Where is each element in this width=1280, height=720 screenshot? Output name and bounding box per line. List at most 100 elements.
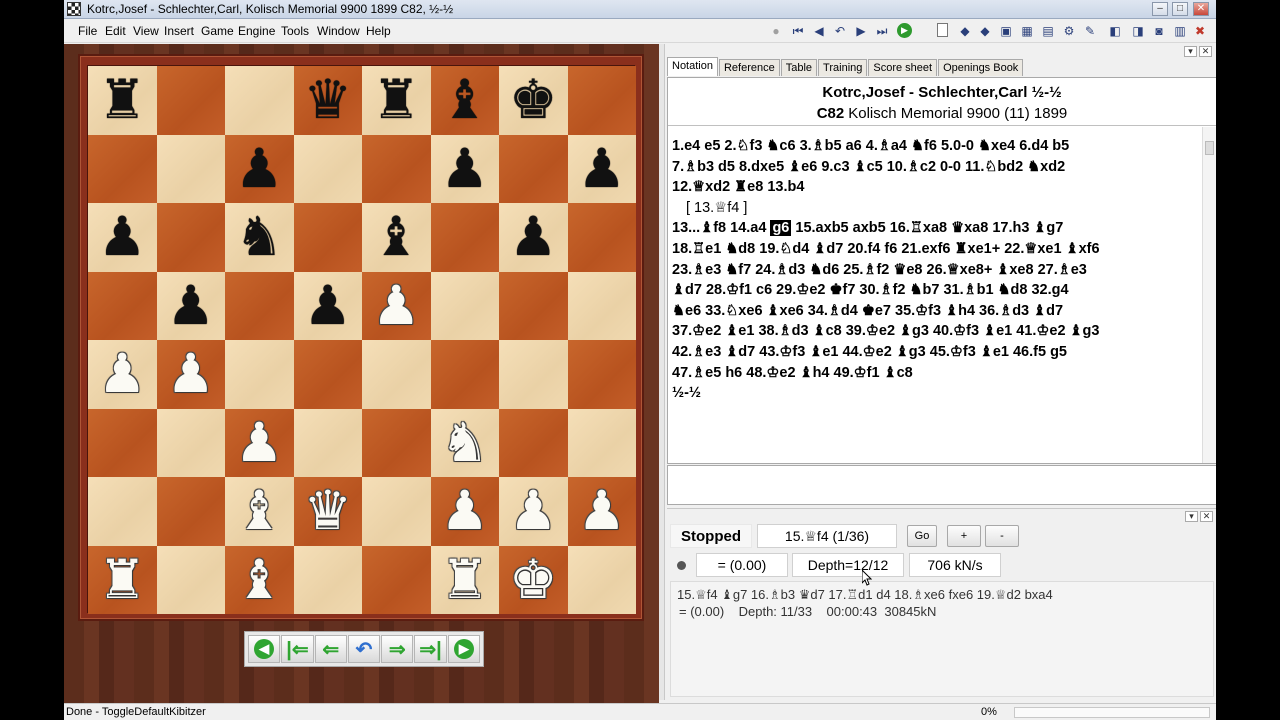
first-move-button[interactable]: |⇐ [281,635,314,663]
move-line[interactable]: 18.♖e1 ♞d8 19.♘d4 ♝d7 20.f4 f6 21.exf6 ♜… [672,239,1199,260]
square-d7[interactable] [293,134,362,203]
square-g5[interactable] [499,271,568,340]
menu-tools[interactable]: Tools [281,24,309,38]
prev-move-button[interactable]: ⇐ [314,635,347,663]
move-line[interactable]: 1.e4 e5 2.♘f3 ♞c6 3.♗b5 a6 4.♗a4 ♞f6 5.0… [672,136,1199,157]
square-h7[interactable]: ♟ [567,134,636,203]
square-c3[interactable]: ♟ [225,408,294,477]
white-knight-icon[interactable]: ♞ [441,415,489,470]
black-pawn-icon[interactable]: ♟ [167,278,215,333]
square-f4[interactable] [430,340,499,409]
tab-table[interactable]: Table [780,59,818,76]
circle-icon[interactable]: ● [768,23,784,39]
square-a2[interactable] [88,477,157,546]
white-pawn-icon[interactable]: ♟ [509,484,557,538]
square-g1[interactable]: ♚ [499,545,568,614]
black-pawn-icon[interactable]: ♟ [304,278,352,333]
variation-line[interactable]: [ 13.♕f4 ] [672,198,1199,219]
settings-icon[interactable]: ⚙ [1061,23,1077,39]
add-line-button[interactable]: + [947,525,981,547]
minimize-button[interactable]: – [1152,2,1168,16]
menu-window[interactable]: Window [317,24,360,38]
square-a1[interactable]: ♜ [88,545,157,614]
square-g2[interactable]: ♟ [499,477,568,546]
menu-help[interactable]: Help [366,24,391,38]
current-move[interactable]: g6 [770,220,792,237]
white-pawn-icon[interactable]: ♟ [578,484,626,538]
engine-toggle-icon[interactable] [670,553,692,577]
square-c6[interactable]: ♞ [225,203,294,272]
close-button[interactable]: ✕ [1193,2,1209,16]
square-f5[interactable] [430,271,499,340]
square-c8[interactable] [225,66,294,135]
notation-scrollbar[interactable] [1202,127,1216,463]
save-icon[interactable]: ▣ [998,23,1014,39]
chess-board[interactable]: ♜ ♛ ♜ ♝ ♚ ♟ ♟ ♟ ♟ ♞ ♝ ♟ ♟ ♟ ♟ ♟ ♟ ♟ ♞ ♝ ♛ ♟ ♟ ♟ ♜ ♝ ♜ ♚ [87,65,636,614]
square-b4[interactable]: ♟ [156,340,225,409]
scroll-thumb[interactable] [1205,141,1214,155]
menu-view[interactable]: View [133,24,159,38]
pane-close-icon[interactable]: ✕ [1199,46,1212,57]
black-queen-icon[interactable]: ♛ [304,73,352,127]
eraser-icon[interactable]: ◧ [1107,23,1123,39]
square-b3[interactable] [156,408,225,477]
move-line[interactable]: 12.♕xd2 ♜e8 13.b4 [672,177,1199,198]
menu-engine[interactable]: Engine [238,24,275,38]
square-a4[interactable]: ♟ [88,340,157,409]
square-h3[interactable] [567,408,636,477]
square-b5[interactable]: ♟ [156,271,225,340]
square-f3[interactable]: ♞ [430,408,499,477]
square-b2[interactable] [156,477,225,546]
square-e5[interactable]: ♟ [362,271,431,340]
square-f7[interactable]: ♟ [430,134,499,203]
black-pawn-icon[interactable]: ♟ [578,141,626,196]
square-g4[interactable] [499,340,568,409]
square-h6[interactable] [567,203,636,272]
pane-close-icon[interactable]: ✕ [1200,511,1213,522]
square-d3[interactable] [293,408,362,477]
square-c5[interactable] [225,271,294,340]
square-f1[interactable]: ♜ [430,545,499,614]
close-document-icon[interactable]: ✖ [1192,23,1208,39]
square-a8[interactable]: ♜ [88,66,157,135]
square-h2[interactable]: ♟ [567,477,636,546]
tab-training[interactable]: Training [818,59,868,76]
tab-notation[interactable]: Notation [667,57,718,76]
menu-game[interactable]: Game [201,24,234,38]
square-a7[interactable] [88,134,157,203]
black-bishop-icon[interactable]: ♝ [372,210,420,264]
white-pawn-icon[interactable]: ♟ [98,347,146,401]
black-king-icon[interactable]: ♚ [509,73,557,127]
menu-insert[interactable]: Insert [164,24,194,38]
square-e4[interactable] [362,340,431,409]
last-move-button[interactable]: ⇒| [414,635,447,663]
square-g3[interactable] [499,408,568,477]
last-move-icon[interactable]: ⏭ [874,23,890,39]
database-icon[interactable]: ▤ [1040,23,1056,39]
move-line[interactable]: 23.♗e3 ♞f7 24.♗d3 ♞d6 25.♗f2 ♛e8 26.♕xe8… [672,260,1199,281]
maximize-button[interactable]: □ [1172,2,1188,16]
square-f8[interactable]: ♝ [430,66,499,135]
square-h4[interactable] [567,340,636,409]
square-a5[interactable] [88,271,157,340]
remove-line-button[interactable]: - [985,525,1019,547]
square-d2[interactable]: ♛ [293,477,362,546]
move-line[interactable]: 7.♗b3 d5 8.dxe5 ♝e6 9.c3 ♝c5 10.♗c2 0-0 … [672,157,1199,178]
square-d5[interactable]: ♟ [293,271,362,340]
white-queen-icon[interactable]: ♛ [304,484,352,538]
white-bishop-icon[interactable]: ♝ [235,484,283,538]
white-rook-icon[interactable]: ♜ [441,552,489,607]
square-g7[interactable] [499,134,568,203]
square-b1[interactable] [156,545,225,614]
next-move-button[interactable]: ⇒ [381,635,414,663]
tools-icon[interactable]: ✎ [1082,23,1098,39]
square-e7[interactable] [362,134,431,203]
black-knight-icon[interactable]: ♞ [235,210,283,264]
principal-variation[interactable]: 15.♕f4 ♝g7 16.♗b3 ♛d7 17.♖d1 d4 18.♗xe6 … [677,586,1207,603]
move-line[interactable]: ♝d7 28.♔f1 c6 29.♔e2 ♚f7 30.♗f2 ♞b7 31.♗… [672,280,1199,301]
first-move-icon[interactable]: ⏮ [790,23,806,39]
square-c7[interactable]: ♟ [225,134,294,203]
white-pawn-icon[interactable]: ♟ [372,278,420,333]
black-pawn-icon[interactable]: ♟ [98,210,146,264]
takeback-icon[interactable]: ↶ [832,23,848,39]
